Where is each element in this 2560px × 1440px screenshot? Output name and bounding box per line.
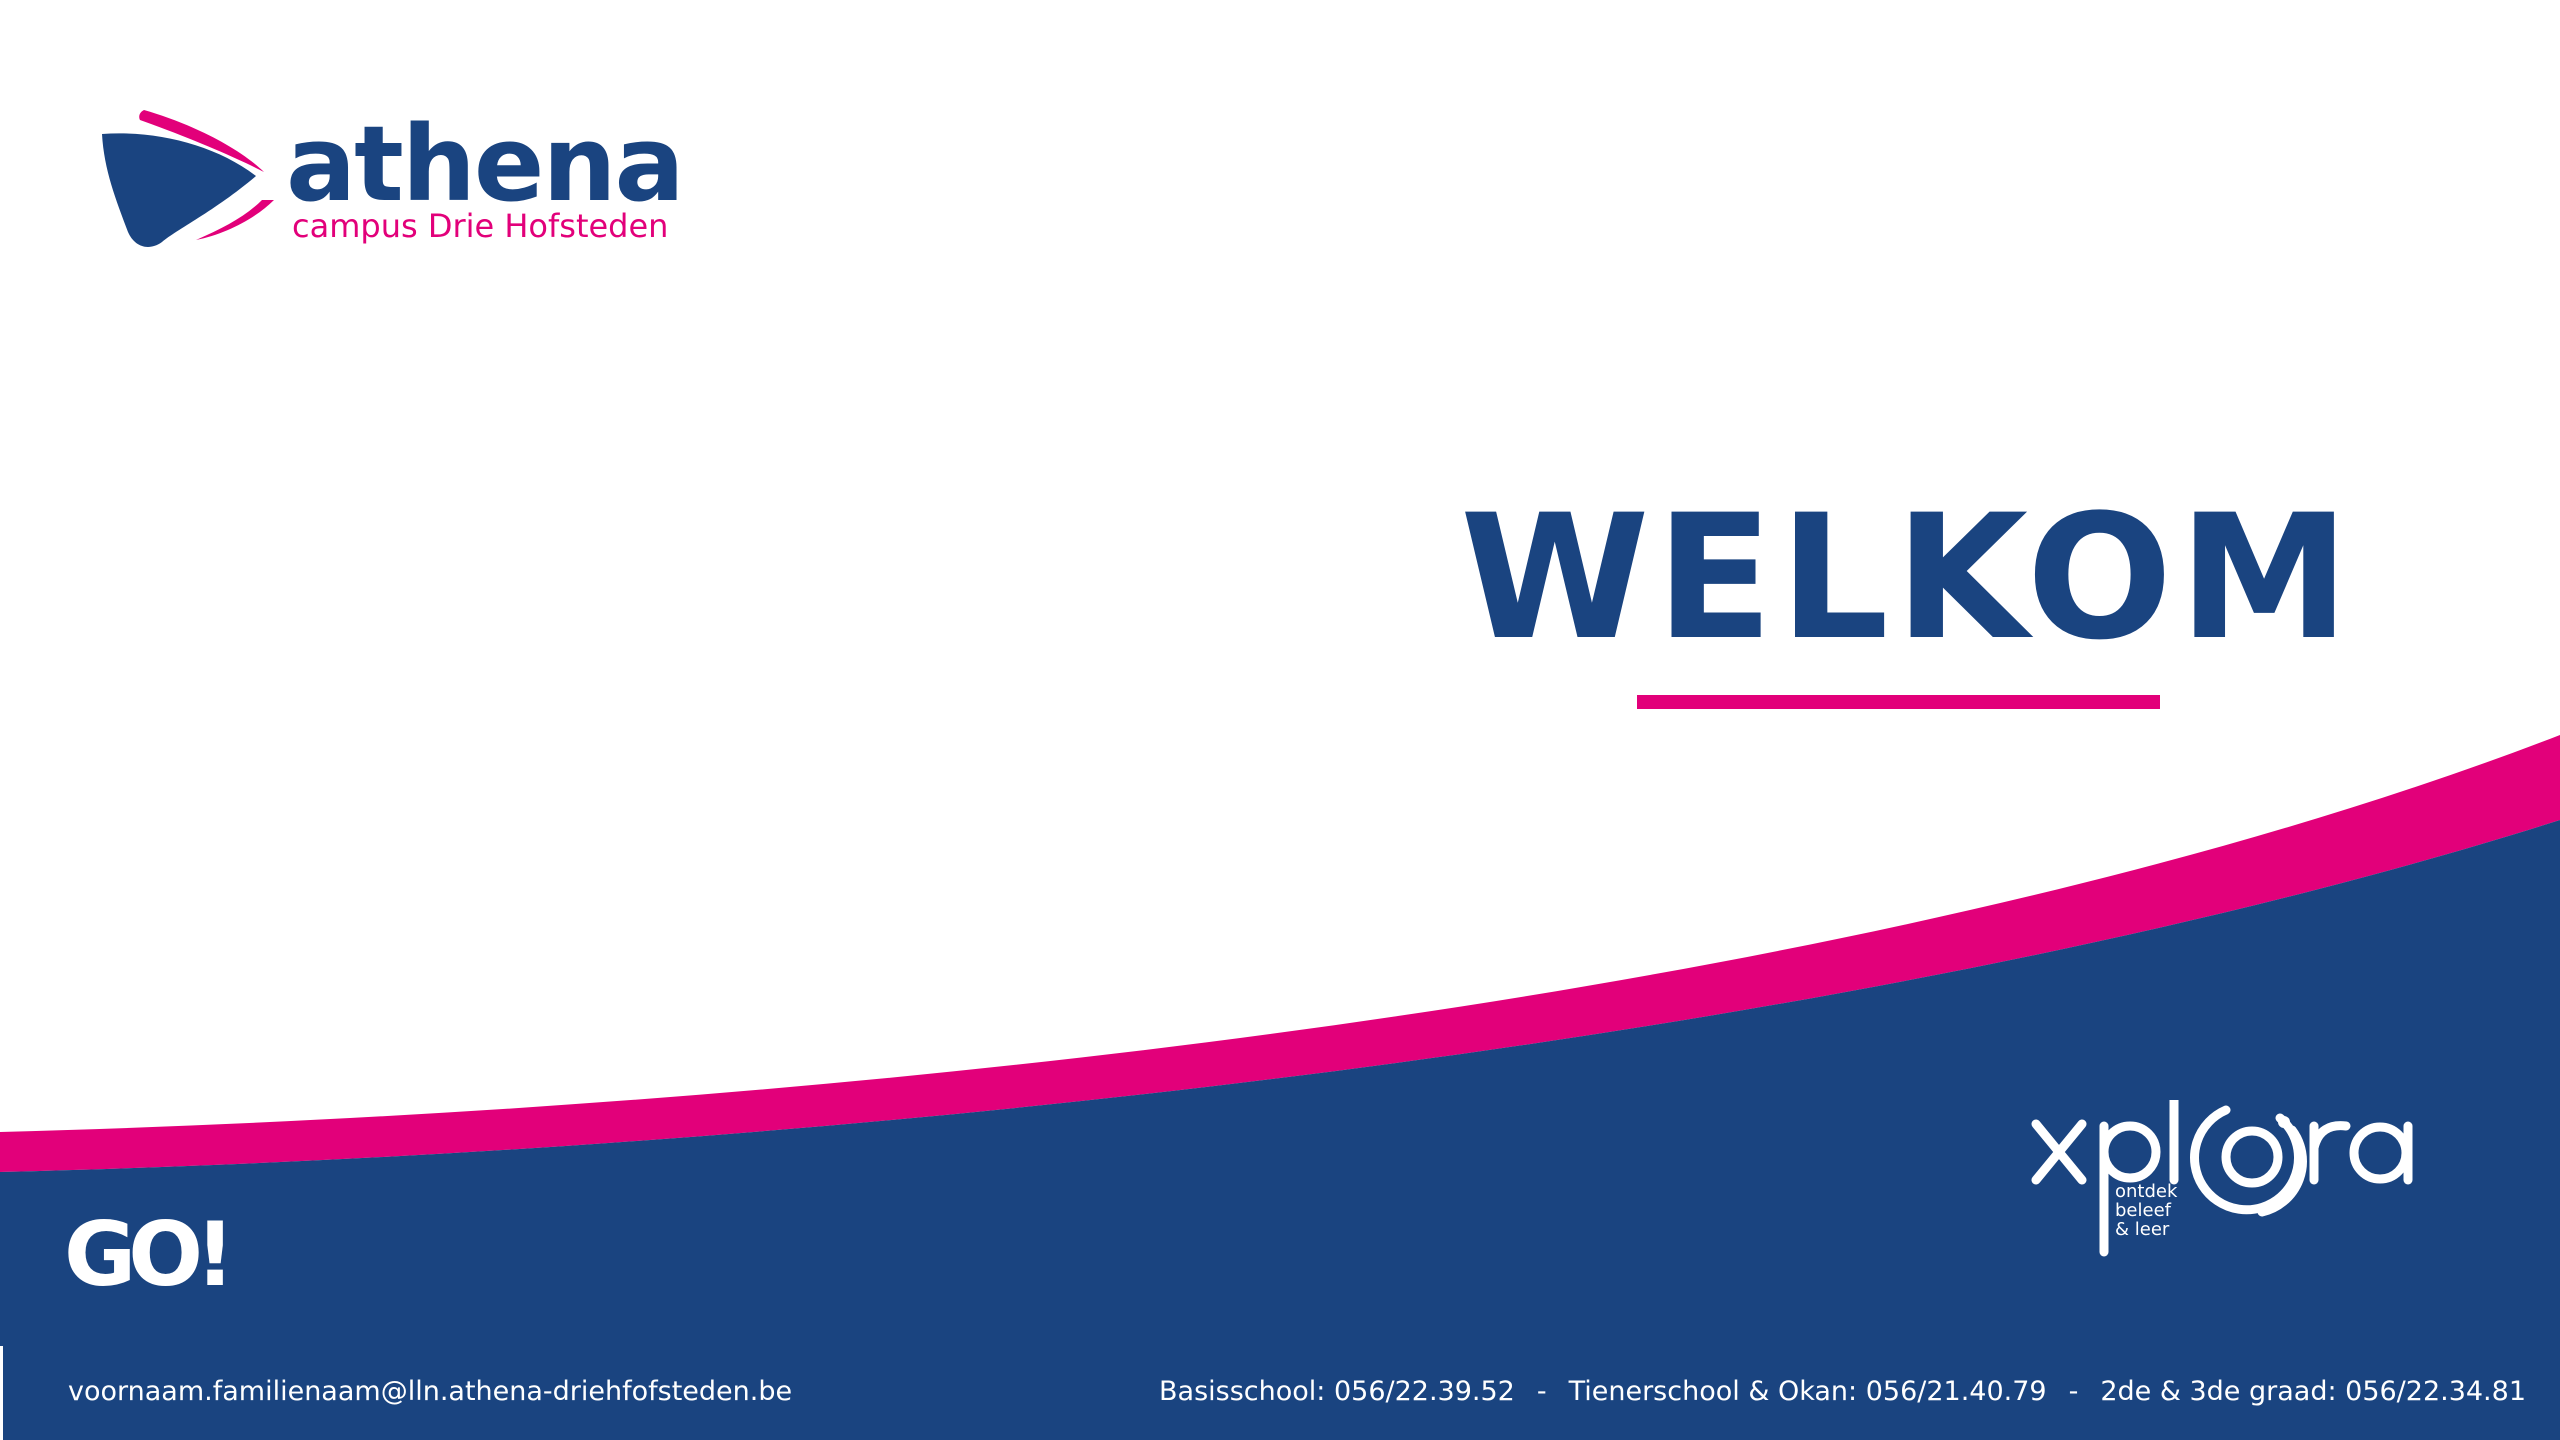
- page-title: WELKOM: [1460, 477, 2356, 678]
- xplora-tagline: ontdek beleef & leer: [2115, 1182, 2177, 1239]
- phone-tienerschool[interactable]: Tienerschool & Okan: 056/21.40.79: [1569, 1376, 2047, 1407]
- xplora-tagline-line: beleef: [2115, 1200, 2171, 1221]
- athena-logo-subtitle: campus Drie Hofsteden: [292, 207, 669, 245]
- xplora-logo: ontdek beleef & leer: [2030, 1100, 2460, 1270]
- phone-basisschool[interactable]: Basisschool: 056/22.39.52: [1159, 1376, 1515, 1407]
- go-logo-text: GO!: [64, 1203, 235, 1306]
- athena-logo-word: athena: [286, 103, 685, 225]
- athena-logo-mark-icon: [102, 110, 274, 247]
- go-logo-icon: GO!: [64, 1200, 235, 1310]
- phone-graad[interactable]: 2de & 3de graad: 056/22.34.81: [2100, 1376, 2526, 1407]
- footer-phone-list: Basisschool: 056/22.39.52- Tienerschool &…: [1159, 1374, 2526, 1410]
- xplora-tagline-line: ontdek: [2115, 1181, 2178, 1202]
- welcome-slide: athena campus Drie Hofsteden WELKOM GO!: [0, 0, 2560, 1440]
- xplora-logo-icon: [2031, 1100, 2413, 1257]
- phone-separator: -: [2068, 1376, 2079, 1407]
- edge-divider: [0, 1346, 3, 1440]
- title-underline: [1637, 695, 2160, 709]
- footer-email[interactable]: voornaam.familienaam@lln.athena-driehfof…: [68, 1374, 792, 1410]
- phone-separator: -: [1536, 1376, 1547, 1407]
- xplora-tagline-line: & leer: [2115, 1219, 2170, 1240]
- athena-logo[interactable]: athena campus Drie Hofsteden: [96, 100, 736, 260]
